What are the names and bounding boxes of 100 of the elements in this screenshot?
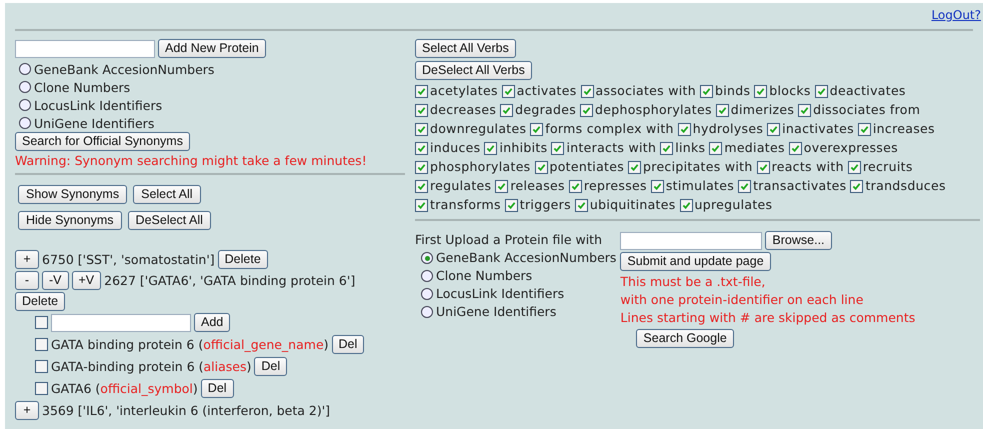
radio-button[interactable]: [421, 306, 433, 318]
synonym-action-button[interactable]: Show Synonyms: [18, 185, 128, 204]
checkbox[interactable]: [484, 142, 498, 155]
protein-label: 2627 ['GATA6', 'GATA binding protein 6']: [104, 273, 356, 288]
checkbox[interactable]: [660, 142, 674, 155]
submit-button[interactable]: Submit and update page: [620, 252, 771, 271]
verb-label: deactivates: [830, 83, 906, 98]
toggle-button[interactable]: +: [15, 401, 39, 420]
checkbox[interactable]: [35, 316, 48, 329]
checkbox[interactable]: [678, 123, 691, 136]
verb-select-button[interactable]: DeSelect All Verbs: [415, 61, 532, 80]
synonym-action-button[interactable]: Hide Synonyms: [18, 211, 122, 230]
delete-button[interactable]: Delete: [15, 292, 66, 311]
radio-label: LocusLink Identifiers: [34, 98, 162, 112]
synonym-label: GATA binding protein 6 (official_gene_name): [51, 337, 329, 352]
checkbox[interactable]: [534, 161, 548, 174]
verb-label: decreases: [430, 102, 496, 117]
delete-button[interactable]: Delete: [218, 250, 268, 269]
radio-button[interactable]: [421, 270, 433, 282]
checkbox[interactable]: [500, 104, 514, 117]
checkbox[interactable]: [848, 161, 861, 174]
checkbox[interactable]: [574, 199, 588, 212]
note-text: Lines starting with # are skipped as comments: [620, 309, 916, 327]
synonym-input-field[interactable]: [51, 314, 191, 332]
checkbox[interactable]: [798, 104, 812, 117]
del-button[interactable]: Del: [200, 379, 234, 398]
toggle-button[interactable]: -: [15, 271, 39, 290]
verb-label: binds: [714, 83, 750, 98]
checkbox[interactable]: [767, 123, 780, 136]
verb-label: activates: [516, 83, 577, 98]
checkbox[interactable]: [551, 142, 564, 155]
del-button[interactable]: Del: [254, 357, 288, 376]
verb-label: downregulates: [430, 121, 526, 136]
radio-label: LocusLink Identifiers: [436, 285, 564, 303]
search-google-button[interactable]: Search Google: [636, 329, 734, 348]
verb-label: trandsduces: [865, 178, 946, 193]
verb-label: ubiquitinates: [590, 197, 676, 212]
verb-label: transactivates: [753, 178, 846, 193]
verb-toggle-button[interactable]: -V: [42, 271, 68, 290]
verb-label: increases: [872, 121, 935, 136]
checkbox[interactable]: [650, 180, 664, 193]
verb-label: recruits: [862, 159, 913, 174]
radio-button[interactable]: [421, 288, 433, 300]
note-text: This must be a .txt-file,: [620, 273, 766, 291]
checkbox[interactable]: [502, 85, 515, 98]
checkbox[interactable]: [568, 180, 582, 193]
checkbox[interactable]: [35, 338, 48, 351]
checkbox[interactable]: [415, 104, 428, 117]
search-synonyms-button[interactable]: Search for Official Synonyms: [15, 132, 190, 151]
checkbox[interactable]: [415, 142, 428, 155]
radio-button[interactable]: [421, 252, 433, 264]
verb-label: potentiates: [550, 159, 624, 174]
checkbox[interactable]: [415, 180, 428, 193]
radio-label: GeneBank AccesionNumbers: [436, 249, 616, 267]
checkbox[interactable]: [580, 85, 594, 98]
checkbox[interactable]: [35, 360, 48, 373]
checkbox[interactable]: [415, 123, 428, 136]
synonym-label: GATA6 (official_symbol): [51, 381, 198, 396]
checkbox[interactable]: [504, 199, 518, 212]
verb-label: releases: [510, 178, 565, 193]
checkbox[interactable]: [858, 123, 871, 136]
logout-link[interactable]: LogOut?: [931, 8, 981, 25]
checkbox[interactable]: [680, 199, 693, 212]
synonym-action-button[interactable]: DeSelect All: [128, 211, 211, 230]
checkbox[interactable]: [415, 161, 428, 174]
checkbox[interactable]: [850, 180, 864, 193]
radio-button[interactable]: [19, 99, 31, 111]
checkbox[interactable]: [580, 104, 594, 117]
radio-button[interactable]: [19, 117, 31, 129]
checkbox[interactable]: [754, 85, 768, 98]
verb-label: upregulates: [694, 197, 772, 212]
checkbox[interactable]: [530, 123, 544, 136]
verb-label: dephosphorylates: [595, 102, 712, 117]
verb-label: interacts with: [566, 140, 656, 155]
checkbox[interactable]: [709, 142, 722, 155]
del-button[interactable]: Del: [332, 335, 364, 354]
protein-input-field[interactable]: [15, 40, 155, 58]
verb-select-button[interactable]: Select All Verbs: [415, 39, 516, 58]
radio-button[interactable]: [19, 81, 31, 93]
checkbox[interactable]: [700, 85, 713, 98]
checkbox[interactable]: [35, 382, 48, 395]
checkbox[interactable]: [628, 161, 642, 174]
checkbox[interactable]: [738, 180, 752, 193]
checkbox[interactable]: [716, 104, 729, 117]
add-button[interactable]: Add: [194, 313, 230, 332]
radio-button[interactable]: [19, 63, 31, 75]
browse-button[interactable]: Browse...: [765, 231, 832, 250]
checkbox[interactable]: [788, 142, 802, 155]
toggle-button[interactable]: +: [15, 250, 39, 269]
file-input-field[interactable]: [620, 232, 762, 250]
checkbox[interactable]: [415, 199, 428, 212]
checkbox[interactable]: [756, 161, 770, 174]
verb-toggle-button[interactable]: +V: [72, 271, 102, 290]
add-protein-button[interactable]: Add New Protein: [158, 39, 266, 58]
synonym-action-button[interactable]: Select All: [133, 185, 201, 204]
verb-label: regulates: [430, 178, 492, 193]
verb-label: dimerizes: [730, 102, 794, 117]
checkbox[interactable]: [415, 85, 428, 98]
checkbox[interactable]: [814, 85, 828, 98]
checkbox[interactable]: [495, 180, 508, 193]
